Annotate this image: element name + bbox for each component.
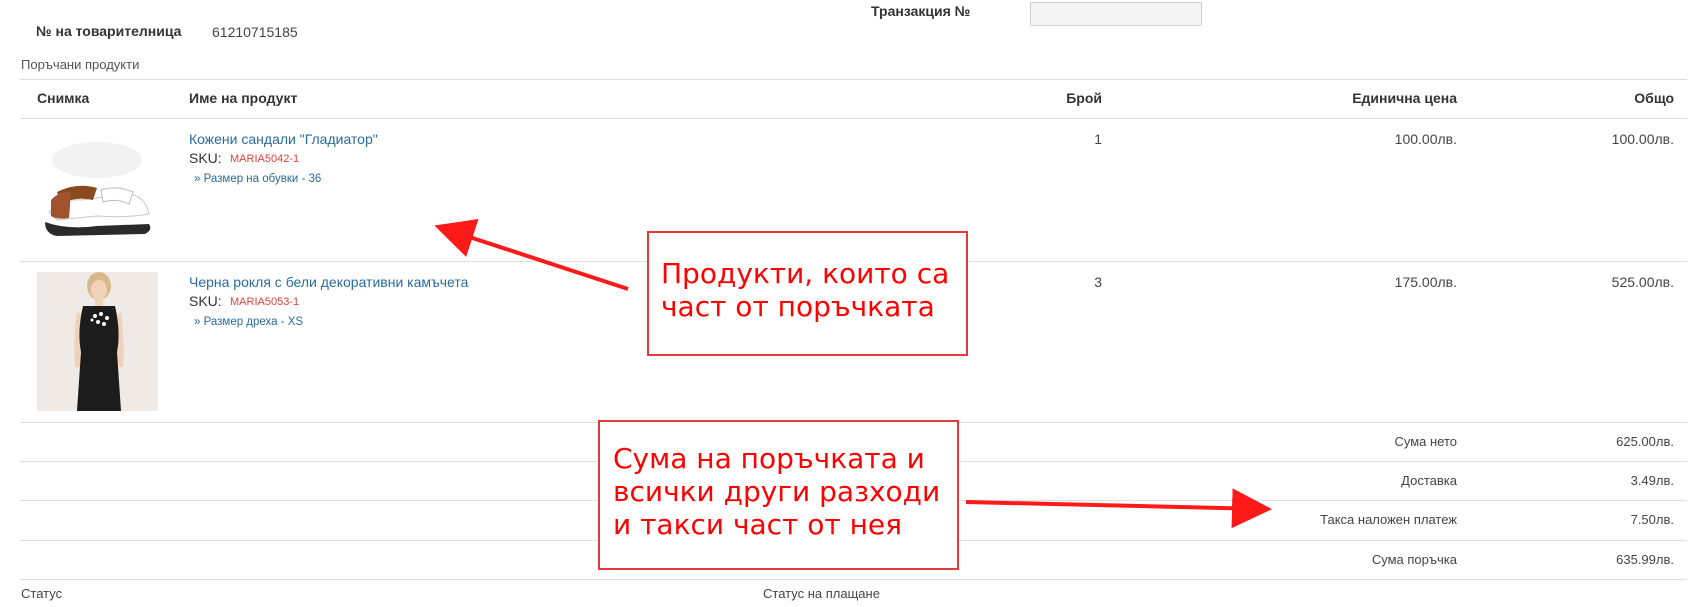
col-header-unit-price: Единична цена [1352, 90, 1457, 106]
qty-cell: 1 [1094, 131, 1102, 147]
table-top-border [20, 79, 1687, 80]
table-header-border [20, 118, 1687, 119]
annotation-line: Сума на поръчката и [613, 442, 925, 475]
product-image-dress [37, 272, 158, 411]
top-cutoff-text [200, 0, 760, 1]
cod-fee-label: Такса наложен платеж [1320, 512, 1457, 527]
sku-label: SKU: [189, 150, 222, 166]
shipping-label: Доставка [1401, 473, 1457, 488]
product-link-sandals[interactable]: Кожени сандали "Гладиатор" [189, 131, 378, 147]
product-option: » Размер на обувки - 36 [194, 173, 322, 185]
annotation-line: Продукти, които са [661, 257, 950, 290]
unit-price-cell: 175.00лв. [1394, 274, 1457, 290]
order-total-value: 635.99лв. [1616, 552, 1674, 567]
col-header-qty: Брой [1066, 90, 1102, 106]
col-header-name: Име на продукт [189, 90, 298, 106]
annotation-line: и такси част от нея [613, 508, 902, 541]
transaction-input[interactable] [1030, 2, 1202, 26]
sku-value: MARIA5042-1 [230, 153, 300, 165]
annotation-totals-box: Сума на поръчката и всички други разходи… [598, 420, 959, 570]
section-title: Поръчани продукти [21, 57, 140, 72]
col-header-image: Снимка [37, 90, 90, 106]
product-option: » Размер дреха - XS [194, 316, 304, 328]
waybill-label: № на товарителница [36, 23, 182, 39]
subtotal-label: Сума нето [1394, 434, 1457, 449]
arrow-to-totals [965, 488, 1272, 529]
shipping-value: 3.49лв. [1630, 473, 1674, 488]
qty-cell: 3 [1094, 274, 1102, 290]
payment-status-label: Статус на плащане [763, 586, 880, 601]
cod-fee-value: 7.50лв. [1630, 512, 1674, 527]
order-total-label: Сума поръчка [1371, 552, 1457, 567]
annotation-line: всички други разходи [613, 475, 941, 508]
sku-label: SKU: [189, 293, 222, 309]
waybill-value: 61210715185 [212, 24, 298, 40]
product-link-dress[interactable]: Черна рокля с бели декоративни камъчета [189, 274, 468, 290]
annotation-line: част от поръчката [661, 290, 935, 323]
sku-value: MARIA5053-1 [230, 296, 300, 308]
status-label: Статус [21, 586, 63, 601]
total-cell: 525.00лв. [1611, 274, 1674, 290]
arrow-to-products [434, 218, 629, 291]
transaction-label: Транзакция № [871, 3, 971, 19]
subtotal-value: 625.00лв. [1616, 434, 1674, 449]
unit-price-cell: 100.00лв. [1394, 131, 1457, 147]
total-cell: 100.00лв. [1611, 131, 1674, 147]
col-header-total: Общо [1634, 90, 1674, 106]
product-image-sandals [37, 130, 155, 248]
row-divider [20, 579, 1687, 580]
annotation-products-box: Продукти, които са част от поръчката [647, 231, 968, 356]
